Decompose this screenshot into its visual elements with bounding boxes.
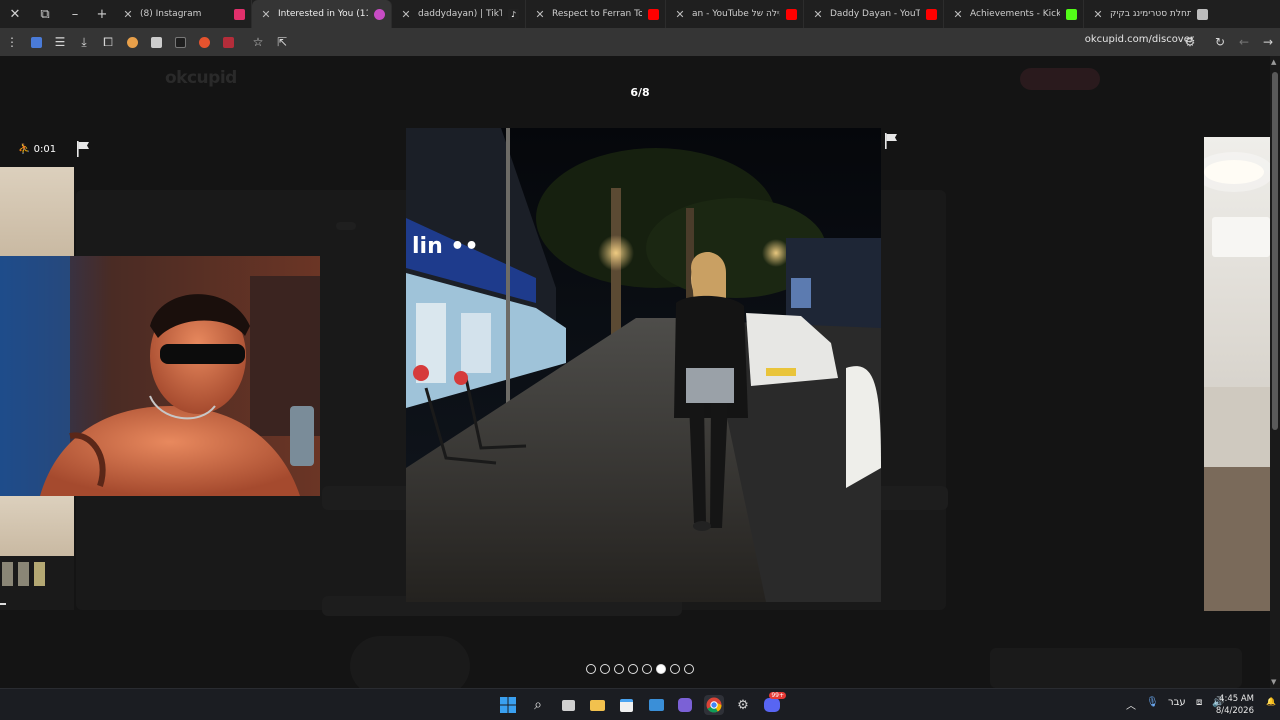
previous-photo-preview[interactable]: [0, 496, 74, 556]
tab-close-icon[interactable]: ✕: [672, 8, 688, 21]
start-button[interactable]: [498, 695, 518, 715]
thumbnail[interactable]: [34, 562, 45, 586]
tab-close-icon[interactable]: ✕: [950, 8, 966, 21]
report-flag-icon[interactable]: [76, 141, 90, 157]
person-icon: ⛹: [18, 144, 31, 155]
okcupid-logo: okcupid: [165, 68, 237, 88]
windows-taskbar: ⌕ ⚙ 99+ ︿ 🎙 עבר ⧈ 🔊 4:45 AM 8/4/2026 🔔: [0, 688, 1280, 720]
instagram-favicon-icon: [234, 8, 245, 20]
tray-chevron-icon[interactable]: ︿: [1126, 697, 1136, 712]
tab-okcupid[interactable]: ✕ Interested in You (112) | O: [252, 0, 392, 28]
previous-photo-preview[interactable]: [0, 167, 74, 257]
share-icon[interactable]: ⇱: [270, 28, 294, 56]
pagination-dot[interactable]: [628, 664, 638, 674]
reading-list-icon[interactable]: ☰: [48, 28, 72, 56]
extension-icon[interactable]: [168, 28, 192, 56]
page-content: okcupid 6/8 ⛹ 0:01 lin ••: [0, 56, 1270, 688]
network-icon[interactable]: ⧈: [1196, 697, 1202, 708]
pagination-dot[interactable]: [642, 664, 652, 674]
download-icon[interactable]: ⤓: [72, 28, 96, 56]
webcam-timer: ⛹ 0:01: [18, 144, 57, 155]
language-indicator[interactable]: עבר: [1168, 697, 1186, 708]
settings-gear-icon[interactable]: ⚙: [733, 695, 753, 715]
notifications-icon[interactable]: 🔔: [1266, 697, 1276, 706]
photo-counter: 6/8: [630, 86, 650, 99]
thumbnail[interactable]: [18, 562, 29, 586]
bookmark-star-icon[interactable]: ☆: [246, 28, 270, 56]
youtube-favicon-icon: [648, 8, 659, 20]
chrome-icon[interactable]: [704, 695, 724, 715]
microsoft-store-icon[interactable]: [616, 695, 636, 715]
thumbnail[interactable]: [2, 562, 13, 586]
report-flag-icon[interactable]: [884, 133, 898, 149]
site-settings-icon[interactable]: ⚙: [1178, 28, 1202, 56]
background-toast: [990, 648, 1242, 688]
scroll-up-icon[interactable]: ▲: [1271, 58, 1276, 66]
tab-tiktok[interactable]: ✕ daddydayan) | TikTok(65) ♪: [392, 0, 526, 28]
tab-close-icon[interactable]: ✕: [532, 8, 548, 21]
discord-badge: 99+: [769, 692, 786, 699]
thumbnail-strip: [0, 556, 74, 610]
pagination-dot[interactable]: [600, 664, 610, 674]
extension-icon[interactable]: [120, 28, 144, 56]
browser-toolbar: ⋮ ☰ ⤓ ⧠ ☆ ⇱ okcupid.com/discover ⚙ ↻ ← →: [0, 28, 1280, 56]
tab-close-icon[interactable]: ✕: [120, 8, 136, 21]
photos-icon[interactable]: [646, 695, 666, 715]
tab-close-icon[interactable]: ✕: [1090, 8, 1106, 21]
pagination-dot[interactable]: [586, 664, 596, 674]
tab-close-icon[interactable]: ✕: [810, 8, 826, 21]
storefront-sign: lin ••: [412, 234, 479, 259]
extension-icon[interactable]: [144, 28, 168, 56]
pagination-dot[interactable]: [684, 664, 694, 674]
pagination-dot[interactable]: [614, 664, 624, 674]
extension-icon[interactable]: [216, 28, 240, 56]
tab-youtube-community[interactable]: ✕ an - YouTube הקהילה של: [666, 0, 804, 28]
tab-close-icon[interactable]: ✕: [398, 8, 414, 21]
page-favicon-icon: [1197, 8, 1208, 20]
photo-pagination: [586, 664, 694, 674]
progress-marker: [0, 603, 6, 605]
discord-icon[interactable]: 99+: [762, 692, 786, 715]
page-scrollbar[interactable]: ▲ ▼: [1270, 56, 1280, 688]
search-icon[interactable]: ⌕: [528, 695, 548, 715]
tab-strip: ✕ ⧉ – + ✕ (8) Instagram ✕ Interested in …: [0, 0, 1280, 28]
tab-instagram[interactable]: ✕ (8) Instagram: [114, 0, 252, 28]
background-cta-pill: [1020, 68, 1100, 90]
close-window-icon[interactable]: ✕: [0, 0, 30, 28]
task-view-icon[interactable]: [558, 695, 578, 715]
new-tab-button[interactable]: +: [90, 0, 114, 28]
pagination-dot[interactable]: [670, 664, 680, 674]
tab-kick-streaming[interactable]: ✕ התחלת סטרימינג בקיק: [1084, 0, 1214, 28]
background-line: [336, 222, 356, 230]
webcam-overlay: [0, 256, 320, 496]
background-avatar: [350, 636, 470, 688]
tab-search-icon[interactable]: ⧉: [30, 0, 60, 28]
next-photo-preview[interactable]: [1204, 137, 1270, 611]
tab-youtube-daddy-dayan[interactable]: ✕ Daddy Dayan - YouTube: [804, 0, 944, 28]
youtube-favicon-icon: [926, 8, 937, 20]
scroll-down-icon[interactable]: ▼: [1271, 678, 1276, 686]
extension-icon[interactable]: [24, 28, 48, 56]
profile-photo[interactable]: lin ••: [406, 128, 881, 602]
teams-icon[interactable]: [675, 695, 695, 715]
forward-icon[interactable]: →: [1256, 28, 1280, 56]
system-clock[interactable]: 4:45 AM 8/4/2026: [1216, 693, 1254, 717]
tab-kick[interactable]: ✕ Achievements - Kick Dash: [944, 0, 1084, 28]
tab-close-icon[interactable]: ✕: [258, 8, 274, 21]
kebab-menu-icon[interactable]: ⋮: [0, 28, 24, 56]
puzzle-extensions-icon[interactable]: ⧠: [96, 28, 120, 56]
extension-icon[interactable]: [192, 28, 216, 56]
file-explorer-icon[interactable]: [587, 695, 607, 715]
pagination-dot-active[interactable]: [656, 664, 666, 674]
youtube-favicon-icon: [786, 8, 797, 20]
okcupid-favicon-icon: [374, 8, 385, 20]
scrollbar-thumb[interactable]: [1272, 72, 1278, 430]
reload-icon[interactable]: ↻: [1208, 28, 1232, 56]
microphone-icon[interactable]: 🎙: [1146, 697, 1159, 708]
tab-youtube-ferran[interactable]: ✕ Respect to Ferran Torres: [526, 0, 666, 28]
back-icon[interactable]: ←: [1232, 28, 1256, 56]
kick-favicon-icon: [1066, 8, 1077, 20]
minimize-icon[interactable]: –: [60, 0, 90, 28]
tiktok-favicon-icon: ♪: [508, 8, 519, 20]
